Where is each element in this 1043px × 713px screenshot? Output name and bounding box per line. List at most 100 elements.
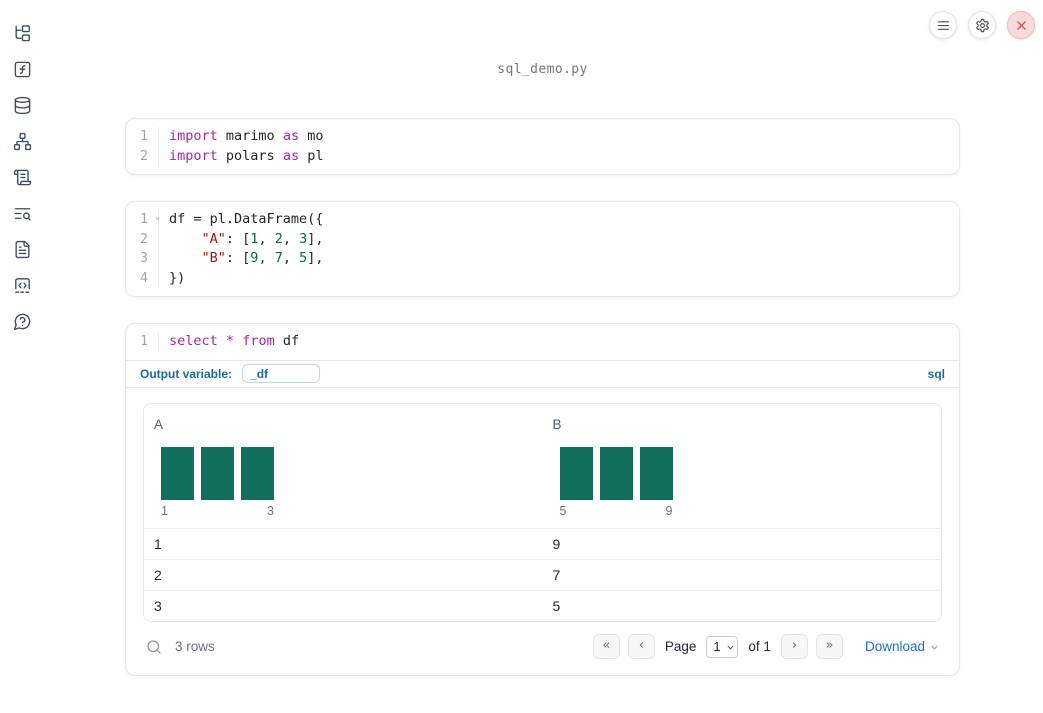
output-variable-label: Output variable: [140, 366, 233, 381]
code-text: "B": [9, 7, 5], [159, 249, 324, 269]
column-histogram [559, 446, 932, 500]
sql-options-bar: Output variable: sql [126, 359, 959, 388]
code-token: polars [217, 147, 283, 164]
sidebar-item-file-explorer[interactable] [11, 24, 33, 43]
sidebar-item-logs[interactable] [11, 168, 33, 187]
table-header-row: A 1 3 B 5 9 [144, 404, 941, 528]
dependency-graph-icon [13, 132, 31, 151]
column-header-b[interactable]: B 5 9 [543, 417, 942, 528]
code-line: 1 select * from df [126, 332, 959, 352]
histogram-bar [201, 446, 234, 500]
page-label: Page [664, 639, 697, 654]
language-badge: sql [927, 366, 945, 381]
code-editor[interactable]: 1 ⌄ df = pl.DataFrame({ 2 "A": [1, 2, 3],… [126, 202, 959, 296]
table-cell: 5 [552, 597, 561, 614]
last-page-button[interactable]: » [815, 634, 843, 659]
page-select[interactable]: 1 [706, 635, 739, 658]
code-token: 2 [274, 230, 283, 247]
code-token: }) [169, 269, 186, 286]
code-text: "A": [1, 2, 3], [159, 230, 324, 250]
cell-output: A 1 3 B 5 9 1 9 2 7 3 5 3 rows « ‹ Page … [126, 388, 959, 675]
code-token: mo [299, 128, 324, 144]
line-number: 2 [126, 146, 159, 166]
code-text: import polars as pl [159, 147, 323, 167]
column-header-a[interactable]: A 1 3 [144, 417, 543, 528]
page-total-label: of 1 [748, 639, 771, 654]
table-cell: 2 [154, 566, 162, 583]
line-number: 4 [126, 268, 159, 288]
sidebar [0, 0, 44, 713]
tick-max: 9 [665, 503, 673, 518]
table-footer: 3 rows « ‹ Page 1 of 1 › » Download [143, 633, 942, 661]
first-page-button[interactable]: « [592, 634, 620, 659]
close-x-icon [1016, 20, 1026, 30]
code-token: , [258, 230, 275, 247]
shutdown-button[interactable] [1007, 11, 1035, 39]
sidebar-item-help[interactable] [11, 312, 33, 331]
file-tree-icon [14, 25, 30, 42]
notebook: sql_demo.py 1 import marimo as mo 2 impo… [125, 0, 960, 702]
next-page-button[interactable]: › [780, 634, 808, 659]
table-cell: 1 [154, 535, 162, 552]
code-line: 1 ⌄ df = pl.DataFrame({ [126, 210, 959, 230]
table-row[interactable]: 3 5 [144, 589, 941, 621]
code-token: from [242, 333, 275, 349]
column-label: A [154, 416, 164, 432]
line-number: 1 [126, 332, 159, 352]
code-text: select * from df [159, 332, 299, 352]
code-line: 3 "B": [9, 7, 5], [126, 249, 959, 269]
column-histogram [161, 446, 533, 500]
sidebar-item-dependency-graph[interactable] [11, 132, 33, 151]
help-bubble-icon [13, 313, 30, 331]
table-cell: 3 [154, 597, 162, 614]
code-token: : [ [225, 250, 251, 266]
download-button[interactable]: Download [865, 639, 940, 654]
code-token: pl [299, 147, 324, 164]
code-editor[interactable]: 1 import marimo as mo 2 import polars as… [126, 119, 959, 174]
output-variable-input[interactable] [242, 364, 321, 383]
sidebar-item-snippets[interactable] [11, 276, 33, 295]
table-cell: 7 [552, 566, 561, 583]
histogram-ticks: 5 9 [560, 504, 673, 522]
sidebar-item-datasources[interactable] [11, 96, 33, 115]
code-token: df [274, 333, 300, 349]
code-token: as [282, 147, 300, 164]
code-line: 4 }) [126, 268, 959, 289]
table-row[interactable]: 2 7 [144, 558, 941, 590]
download-label: Download [864, 639, 925, 654]
code-cell-imports: 1 import marimo as mo 2 import polars as… [125, 118, 960, 175]
search-icon[interactable] [145, 638, 163, 656]
sidebar-item-variables[interactable] [11, 60, 33, 79]
line-number: 2 [126, 229, 159, 249]
code-token: 7 [274, 250, 283, 266]
sql-cell: 1 select * from df Output variable: sql … [125, 323, 960, 676]
line-number: 1 ⌄ [126, 208, 160, 230]
page-select-wrap: 1 [706, 635, 739, 658]
fold-chevron-icon[interactable]: ⌄ [155, 208, 160, 228]
notebook-filename: sql_demo.py [497, 62, 588, 77]
code-token: , [282, 250, 300, 266]
code-token: ], [307, 250, 324, 266]
code-token: , [282, 230, 300, 247]
code-token: import [169, 147, 218, 164]
code-editor[interactable]: 1 select * from df [126, 324, 959, 360]
histogram-bar [241, 446, 274, 500]
code-text: }) [159, 269, 185, 289]
tick-min: 1 [161, 503, 168, 518]
previous-page-button[interactable]: ‹ [627, 634, 655, 659]
tick-min: 5 [559, 503, 567, 518]
line-number: 3 [126, 249, 159, 269]
sidebar-item-documentation[interactable] [11, 240, 33, 259]
line-number: 1 [126, 127, 159, 147]
code-token: , [258, 250, 275, 266]
text-search-icon [14, 208, 31, 221]
histogram-bar [639, 446, 673, 500]
document-icon [14, 240, 30, 259]
table-row[interactable]: 1 9 [144, 527, 941, 559]
sidebar-item-outline-search[interactable] [11, 204, 33, 223]
histogram-bar [599, 446, 633, 500]
code-token: df = pl.DataFrame({ [169, 211, 324, 227]
settings-button[interactable] [968, 11, 996, 39]
